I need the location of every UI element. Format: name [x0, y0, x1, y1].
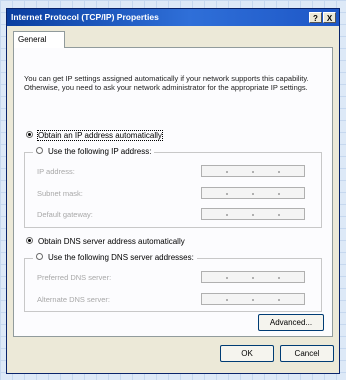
radio-unselected-icon [36, 147, 43, 155]
general-panel: You can get IP settings assigned automat… [13, 47, 333, 337]
radio-obtain-dns-auto[interactable]: Obtain DNS server address automatically [26, 236, 185, 248]
radio-label: Use the following IP address: [48, 147, 152, 156]
window-title: Internet Protocol (TCP/IP) Properties [11, 12, 159, 22]
radio-unselected-icon [36, 253, 43, 261]
radio-label: Obtain an IP address automatically [37, 130, 163, 141]
title-bar: Internet Protocol (TCP/IP) Properties ? … [7, 9, 339, 26]
preferred-dns-field[interactable] [201, 271, 305, 283]
default-gateway-field[interactable] [201, 208, 305, 220]
radio-label: Use the following DNS server addresses: [48, 253, 194, 262]
dns-server-group: Use the following DNS server addresses: … [24, 252, 322, 312]
close-button[interactable]: X [323, 12, 336, 23]
ip-address-field[interactable] [201, 165, 305, 177]
subnet-mask-field[interactable] [201, 187, 305, 199]
intro-text: You can get IP settings assigned automat… [24, 74, 309, 92]
ip-address-label: IP address: [37, 167, 75, 176]
alternate-dns-label: Alternate DNS server: [37, 295, 110, 304]
advanced-button[interactable]: Advanced... [258, 314, 324, 331]
radio-selected-icon [26, 131, 33, 139]
subnet-mask-label: Subnet mask: [37, 189, 83, 198]
alternate-dns-field[interactable] [201, 293, 305, 305]
radio-selected-icon [26, 237, 33, 245]
cancel-button[interactable]: Cancel [280, 345, 334, 362]
help-button[interactable]: ? [309, 12, 322, 23]
radio-obtain-ip-auto[interactable]: Obtain an IP address automatically [26, 130, 163, 142]
tab-general[interactable]: General [13, 31, 65, 48]
default-gateway-label: Default gateway: [37, 210, 93, 219]
tcpip-properties-dialog: Internet Protocol (TCP/IP) Properties ? … [6, 8, 340, 374]
ok-button[interactable]: OK [220, 345, 274, 362]
preferred-dns-label: Preferred DNS server: [37, 273, 112, 282]
radio-label: Obtain DNS server address automatically [38, 237, 185, 246]
radio-use-following-ip[interactable]: Use the following IP address: [33, 146, 155, 158]
ip-address-group: Use the following IP address: IP address… [24, 146, 322, 228]
radio-use-following-dns[interactable]: Use the following DNS server addresses: [33, 252, 197, 264]
